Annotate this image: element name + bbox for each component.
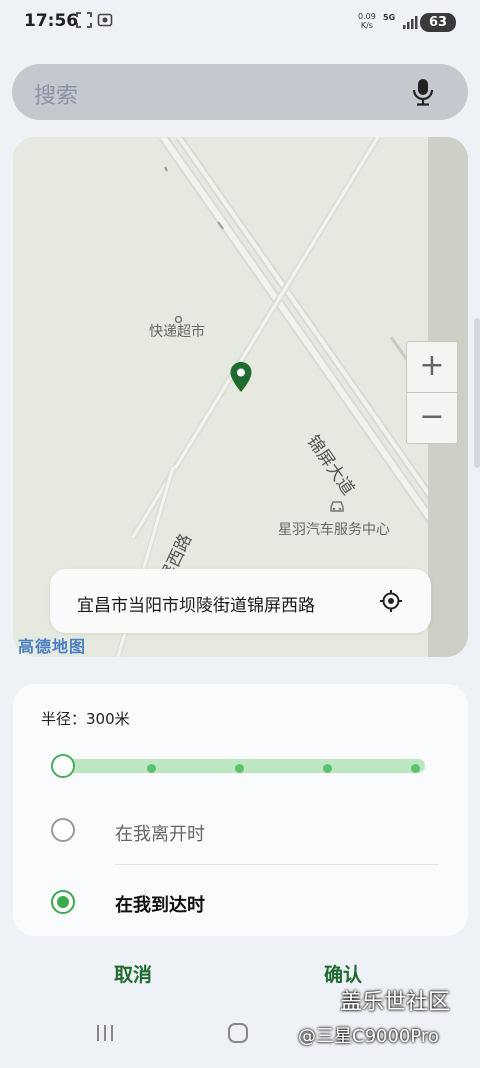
watermark-title: 盖乐世社区 — [340, 990, 451, 1015]
radio-on-arrive[interactable] — [51, 890, 75, 914]
address-card[interactable]: 宜昌市当阳市坝陵街道锦屏西路 — [50, 569, 431, 633]
zoom-out-button[interactable]: − — [406, 392, 458, 444]
status-time: 17:56 — [24, 11, 79, 31]
option-label-leave[interactable]: 在我离开时 — [115, 820, 205, 846]
location-pin-icon[interactable] — [229, 361, 253, 397]
microphone-icon[interactable] — [412, 78, 434, 110]
option-label-arrive[interactable]: 在我到达时 — [115, 891, 205, 917]
net-speed: 0.09 K/s — [358, 12, 376, 30]
zoom-in-button[interactable]: + — [406, 341, 458, 393]
poi-label-car-service[interactable]: 星羽汽车服务中心 — [278, 519, 390, 539]
confirm-button[interactable]: 确认 — [324, 960, 362, 987]
radio-on-leave[interactable] — [51, 818, 75, 842]
address-text: 宜昌市当阳市坝陵街道锦屏西路 — [77, 596, 315, 616]
slider-step-dot[interactable] — [411, 764, 420, 773]
watermark-user: @三星C9000Pro — [298, 1026, 439, 1047]
poi-label-store[interactable]: 快递超市 — [149, 321, 205, 341]
cancel-button[interactable]: 取消 — [114, 960, 152, 987]
slider-step-dot[interactable] — [235, 764, 244, 773]
radius-slider-thumb[interactable] — [51, 754, 75, 778]
slider-step-dot[interactable] — [323, 764, 332, 773]
my-location-icon[interactable] — [379, 589, 403, 617]
geofence-panel: 半径：300米 在我离开时 在我到达时 — [13, 684, 468, 936]
battery-indicator: 63 — [420, 13, 456, 32]
screen-record-icon — [97, 12, 113, 32]
slider-step-dot[interactable] — [147, 764, 156, 773]
signal-icon — [402, 14, 418, 34]
home-icon[interactable] — [227, 1022, 249, 1048]
car-icon — [329, 498, 345, 517]
radius-label: 半径：300米 — [41, 710, 130, 728]
screenshot-frame-icon — [76, 12, 92, 32]
scrollbar[interactable] — [474, 318, 480, 468]
search-bar[interactable]: 搜索 — [12, 64, 468, 120]
recent-apps-icon[interactable] — [94, 1022, 116, 1048]
status-bar: 17:56 0.09 K/s 5G 63 — [0, 0, 480, 44]
divider — [115, 864, 439, 865]
search-input[interactable]: 搜索 — [34, 78, 78, 110]
network-type: 5G — [383, 13, 396, 22]
amap-logo: 高德地图 — [18, 637, 87, 656]
